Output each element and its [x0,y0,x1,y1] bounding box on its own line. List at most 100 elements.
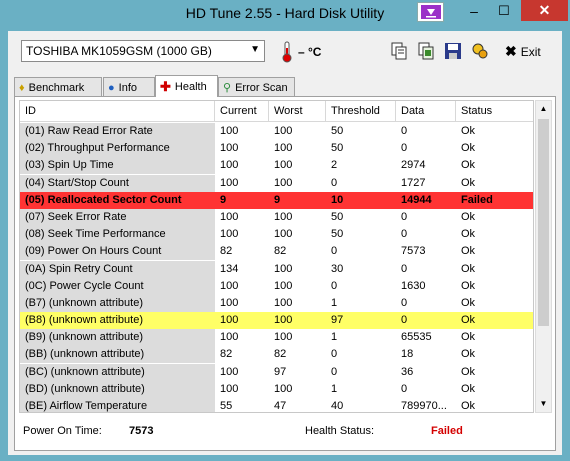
tab-health[interactable]: ✚ Health [155,75,218,97]
tab-error-scan[interactable]: ⚲ Error Scan [218,77,295,97]
table-row[interactable]: (08) Seek Time Performance 100 100 50 0 Ok [20,226,533,244]
cell-worst: 100 [274,279,293,292]
column-header-threshold[interactable]: Threshold [326,101,396,122]
options-icon[interactable] [470,41,490,61]
scrollbar-thumb[interactable] [538,119,549,326]
table-row[interactable]: (B9) (unknown attribute) 100 100 1 65535 Ok [20,329,533,347]
exit-icon: ✖ [505,43,517,59]
table-row[interactable]: (BD) (unknown attribute) 100 100 1 0 Ok [20,380,533,398]
cell-worst: 100 [274,296,293,309]
cell-worst: 100 [274,228,293,241]
column-header-id[interactable]: ID [20,101,215,122]
cell-data: 0 [401,210,408,223]
thermometer-icon [282,41,292,63]
cell-status: Ok [461,296,476,309]
table-row[interactable]: (03) Spin Up Time 100 100 2 2974 Ok [20,157,533,175]
cell-id: (B8) (unknown attribute) [20,312,215,330]
table-row[interactable]: (09) Power On Hours Count 82 82 0 7573 Ok [20,243,533,261]
cell-worst: 9 [274,193,281,206]
close-button[interactable]: ✕ [521,0,568,21]
cell-id: (04) Start/Stop Count [20,174,215,192]
cell-data: 7573 [401,245,426,258]
cell-threshold: 50 [331,142,344,155]
cell-threshold: 0 [331,365,338,378]
cell-threshold: 1 [331,296,338,309]
cell-threshold: 30 [331,262,344,275]
table-row[interactable]: (BE) Airflow Temperature 55 47 40 789970... O… [20,398,533,412]
table-row[interactable]: (05) Reallocated Sector Count 9 9 10 14944 Fa… [20,191,533,209]
cell-status: Ok [461,125,476,137]
smart-table: ID Current Worst Threshold Data Status (… [19,100,534,413]
cell-id: (01) Raw Read Error Rate [20,123,215,140]
column-header-data[interactable]: Data [396,101,456,122]
tab-error-scan-label: Error Scan [235,81,288,94]
cell-current: 100 [220,279,239,292]
cell-id: (02) Throughput Performance [20,140,215,158]
table-row[interactable]: (BC) (unknown attribute) 100 97 0 36 Ok [20,363,533,381]
cell-worst: 82 [274,245,287,258]
copy-all-icon[interactable] [416,41,436,61]
temperature-readout: – °C [298,45,322,59]
cell-status: Ok [461,176,476,189]
table-row[interactable]: (0C) Power Cycle Count 100 100 0 1630 Ok [20,277,533,295]
cell-threshold: 2 [331,159,338,172]
cell-data: 0 [401,125,408,137]
tab-info-label: Info [118,81,138,94]
cell-current: 100 [220,228,239,241]
download-icon[interactable] [417,2,444,22]
column-header-worst[interactable]: Worst [269,101,326,122]
cell-threshold: 0 [331,348,338,361]
cell-id: (BB) (unknown attribute) [20,346,215,364]
copy-icon[interactable] [389,41,409,61]
cell-data: 0 [401,314,408,327]
cell-worst: 100 [274,210,293,223]
scroll-down-icon[interactable]: ▼ [536,396,551,412]
tab-benchmark[interactable]: ♦ Benchmark [14,77,102,97]
health-panel: ID Current Worst Threshold Data Status (… [14,96,556,451]
cell-worst: 100 [274,382,293,395]
chevron-down-icon: ▼ [250,44,260,55]
vertical-scrollbar[interactable]: ▲ ▼ [535,100,552,413]
cell-status: Ok [461,348,476,361]
cell-data: 789970... [401,400,447,412]
column-header-status[interactable]: Status [456,101,533,122]
cell-data: 0 [401,262,408,275]
cell-id: (0A) Spin Retry Count [20,260,215,278]
power-on-value: 7573 [129,425,154,437]
cell-current: 100 [220,314,239,327]
scroll-up-icon[interactable]: ▲ [536,101,551,117]
table-row[interactable]: (02) Throughput Performance 100 100 50 0 Ok [20,140,533,158]
save-icon[interactable] [443,41,463,61]
table-row[interactable]: (04) Start/Stop Count 100 100 0 1727 Ok [20,174,533,192]
cell-status: Ok [461,331,476,344]
cell-status: Ok [461,382,476,395]
maximize-button[interactable]: ☐ [490,0,518,22]
table-row[interactable]: (B8) (unknown attribute) 100 100 97 0 Ok [20,312,533,330]
cell-worst: 100 [274,125,293,137]
table-row[interactable]: (0A) Spin Retry Count 134 100 30 0 Ok [20,260,533,278]
table-header: ID Current Worst Threshold Data Status [20,101,533,122]
table-row[interactable]: (01) Raw Read Error Rate 100 100 50 0 Ok [20,123,533,140]
table-row[interactable]: (B7) (unknown attribute) 100 100 1 0 Ok [20,294,533,312]
cell-worst: 47 [274,400,287,412]
tab-info[interactable]: ● Info [103,77,155,97]
drive-select-value: TOSHIBA MK1059GSM (1000 GB) [26,44,212,58]
cell-worst: 100 [274,262,293,275]
health-status-label: Health Status: [305,425,375,437]
cell-current: 134 [220,262,239,275]
cell-id: (08) Seek Time Performance [20,226,215,244]
minimize-button[interactable]: – [460,0,488,22]
cell-status: Ok [461,228,476,241]
table-row[interactable]: (BB) (unknown attribute) 82 82 0 18 Ok [20,346,533,364]
cell-threshold: 10 [331,193,344,206]
table-row[interactable]: (07) Seek Error Rate 100 100 50 0 Ok [20,208,533,226]
cell-data: 1630 [401,279,426,292]
cell-threshold: 0 [331,176,338,189]
column-header-current[interactable]: Current [215,101,269,122]
exit-label: Exit [520,44,541,59]
exit-button[interactable]: ✖ Exit [505,43,541,60]
cell-worst: 100 [274,176,293,189]
cell-worst: 100 [274,142,293,155]
cell-status: Failed [461,193,493,206]
drive-select[interactable]: TOSHIBA MK1059GSM (1000 GB) ▼ [21,40,265,62]
